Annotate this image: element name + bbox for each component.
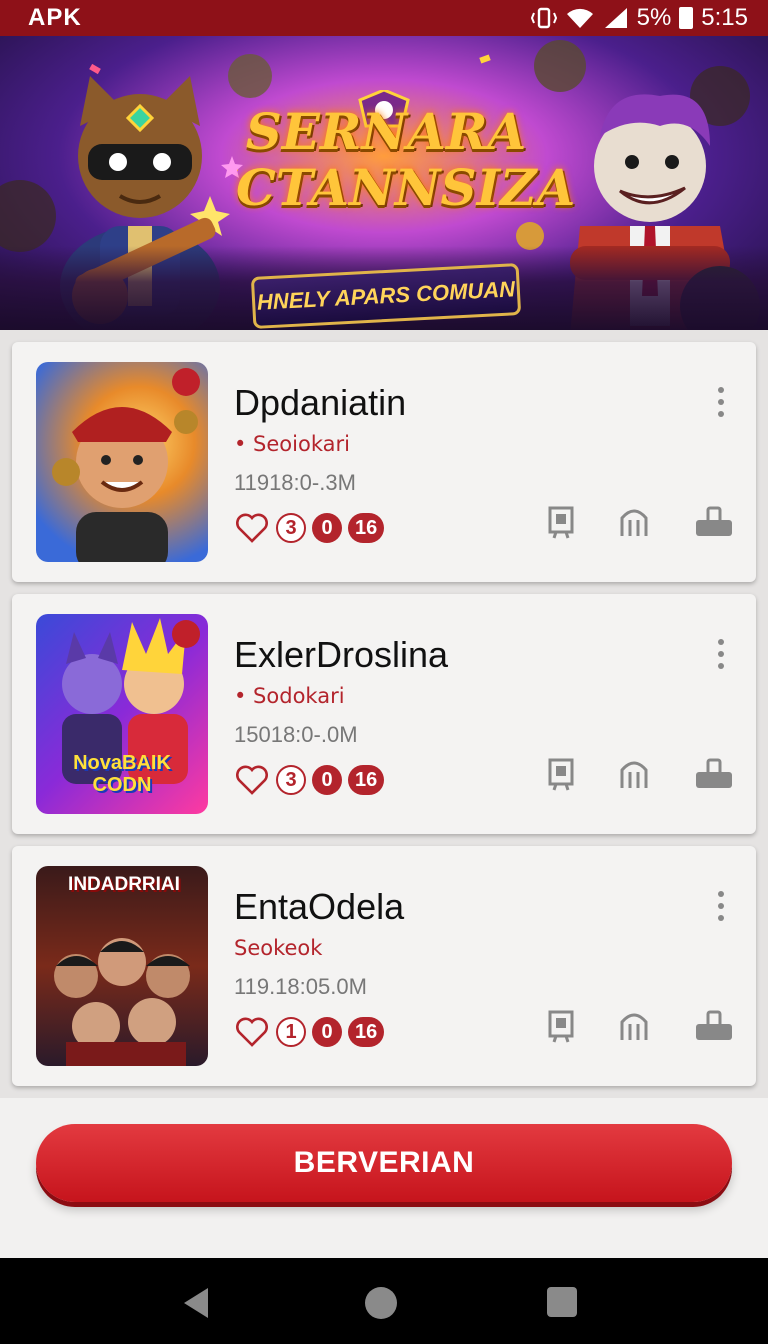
app-title[interactable]: EntaOdela [234,886,404,928]
app-card[interactable]: NovaBAIK CODN ExlerDroslina • Sodokari 1… [12,594,756,834]
app-thumbnail[interactable]: INDADRRIAI [36,866,208,1066]
status-app-label: APK [28,4,82,31]
primary-action-button[interactable]: BERVERIAN [36,1124,732,1202]
app-thumbnail[interactable]: NovaBAIK CODN [36,614,208,814]
card-actions [542,754,742,794]
signal-icon [603,6,629,30]
more-options-icon[interactable] [714,890,728,922]
banner-title-line2: CTANNSIZA [236,158,576,217]
banner-title-line1: SERNARA [245,102,527,161]
app-title[interactable]: ExlerDroslina [234,634,448,676]
app-size: 15018:0-.0M [234,722,358,747]
back-icon[interactable] [182,1286,212,1320]
home-icon[interactable] [364,1286,398,1320]
app-size: 11918:0-.3M [234,470,356,495]
stat-badge: 0 [312,765,342,795]
download-icon[interactable] [694,1006,734,1046]
stat-badge: 16 [348,765,385,795]
app-category: • Sodokari [234,684,345,708]
battery-icon [679,7,694,29]
app-thumbnail[interactable] [36,362,208,562]
hero-banner[interactable]: SERNARA CTANNSIZA HNELY APARS COMUAN [0,36,768,336]
vibrate-icon [530,6,557,30]
app-thumbnail-label: INDADRRIAI [68,874,180,895]
app-category: • Seoiokari [234,432,350,456]
banner-title: SERNARA CTANNSIZA [236,102,576,217]
stat-badge: 1 [276,1017,306,1047]
app-stats: 3 0 16 [234,762,385,798]
share-icon[interactable] [614,754,654,794]
app-card[interactable]: INDADRRIAI EntaOdela Seokeok 119.18:05.0… [12,846,756,1086]
battery-percent: 5% [636,4,672,31]
card-actions [542,1006,742,1046]
wifi-icon [565,6,595,30]
heart-icon[interactable] [234,510,270,546]
status-bar: APK 5% 5:15 [0,0,768,36]
download-icon[interactable] [694,502,734,542]
recents-icon[interactable] [546,1286,578,1318]
app-list: Dpdaniatin • Seoiokari 11918:0-.3M 3 0 1… [0,330,768,1098]
bookmark-icon[interactable] [542,754,582,794]
stat-badge: 0 [312,1017,342,1047]
app-stats: 1 0 16 [234,1014,385,1050]
app-size: 119.18:05.0M [234,974,367,999]
cta-area: BERVERIAN [0,1098,768,1258]
app-title[interactable]: Dpdaniatin [234,382,406,424]
status-icons: 5% 5:15 [530,4,748,32]
download-icon[interactable] [694,754,734,794]
share-icon[interactable] [614,502,654,542]
clock: 5:15 [701,4,748,31]
heart-icon[interactable] [234,1014,270,1050]
stat-badge: 3 [276,765,306,795]
app-card[interactable]: Dpdaniatin • Seoiokari 11918:0-.3M 3 0 1… [12,342,756,582]
stat-badge: 3 [276,513,306,543]
more-options-icon[interactable] [714,386,728,418]
stat-badge: 16 [348,1017,385,1047]
share-icon[interactable] [614,1006,654,1046]
app-category: Seokeok [234,936,323,960]
app-thumbnail-label: NovaBAIK CODN [73,752,171,796]
app-stats: 3 0 16 [234,510,385,546]
card-actions [542,502,742,542]
navigation-bar [0,1258,768,1344]
stat-badge: 16 [348,513,385,543]
bookmark-icon[interactable] [542,1006,582,1046]
heart-icon[interactable] [234,762,270,798]
bookmark-icon[interactable] [542,502,582,542]
more-options-icon[interactable] [714,638,728,670]
stat-badge: 0 [312,513,342,543]
